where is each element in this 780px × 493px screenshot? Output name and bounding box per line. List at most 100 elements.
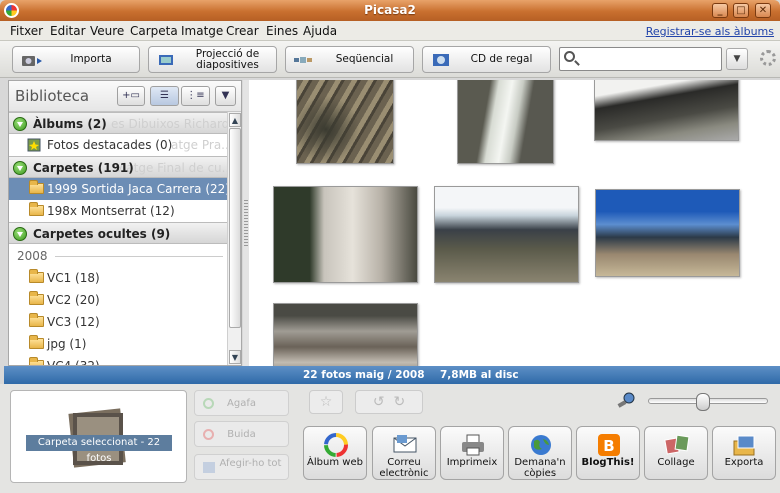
- hold-button[interactable]: Agafa: [194, 390, 289, 416]
- menu-eines[interactable]: Eines: [266, 24, 298, 38]
- menu-fitxer[interactable]: Fitxer: [10, 24, 43, 38]
- email-icon: [393, 435, 417, 453]
- blogger-icon: B: [598, 434, 620, 456]
- photo-thumbnail[interactable]: [296, 80, 394, 164]
- photo-thumbnail[interactable]: [594, 80, 739, 141]
- print-button[interactable]: Imprimeix: [440, 426, 504, 480]
- library-title: Biblioteca: [15, 87, 90, 105]
- collapse-toggle-icon[interactable]: [13, 227, 27, 241]
- gift-cd-label: CD de regal: [470, 53, 533, 65]
- photo-thumbnail[interactable]: [273, 303, 418, 366]
- search-icon: [564, 51, 575, 62]
- new-album-button[interactable]: +▭: [117, 86, 145, 106]
- folder-label: VC4 (32): [47, 355, 100, 365]
- rotate-buttons[interactable]: ↺ ↻: [355, 390, 423, 414]
- menu-ajuda[interactable]: Ajuda: [303, 24, 337, 38]
- photo-thumbnail[interactable]: [457, 80, 554, 164]
- blogthis-label: BlogThis!: [581, 457, 635, 468]
- menu-imatge[interactable]: Imatge: [181, 24, 223, 38]
- hidden-folders-header: Carpetes ocultes (9): [33, 227, 171, 241]
- photo-gallery: [249, 80, 780, 366]
- email-button[interactable]: Correu electrònic: [372, 426, 436, 480]
- register-albums-link[interactable]: Registrar-se als àlbums: [646, 25, 774, 38]
- splitter-grip-icon[interactable]: [244, 200, 248, 246]
- sidebar-item-folder[interactable]: 198x Montserrat (12): [9, 200, 227, 222]
- maximize-button[interactable]: □: [733, 3, 749, 18]
- sidebar-item-folder[interactable]: VC2 (20): [9, 289, 227, 311]
- bottom-panel: Carpeta seleccionat - 22 fotos Agafa Bui…: [0, 384, 780, 493]
- folder-icon: [29, 313, 44, 327]
- folder-date: maig / 2008: [355, 369, 425, 381]
- sidebar-item-folder[interactable]: VC3 (12): [9, 311, 227, 333]
- collapse-toggle-icon[interactable]: [13, 161, 27, 175]
- collage-icon: [664, 434, 690, 455]
- folders-section[interactable]: Viatge Final de cu... Carpetes (191): [9, 156, 227, 178]
- close-button[interactable]: ✕: [755, 3, 771, 18]
- folders-header: Carpetes (191): [33, 161, 134, 175]
- minimize-button[interactable]: _: [712, 3, 728, 18]
- timeline-button[interactable]: Seqüencial: [285, 46, 414, 73]
- folder-icon: [29, 180, 44, 194]
- collapse-toggle-icon[interactable]: [13, 117, 27, 131]
- loading-spinner-icon: [760, 50, 776, 66]
- slideshow-label: Projecció de diapositives: [195, 47, 260, 71]
- order-prints-button[interactable]: Demana'n còpies: [508, 426, 572, 480]
- add-to-button[interactable]: Afegir-ho tot: [194, 454, 289, 480]
- blogthis-button[interactable]: B BlogThis!: [576, 426, 640, 480]
- export-button[interactable]: Exporta: [712, 426, 776, 480]
- tree-view-button[interactable]: ⋮≡: [181, 86, 210, 106]
- add-to-label: Afegir-ho tot: [219, 458, 282, 469]
- library-sidebar: Biblioteca +▭ ☰ ⋮≡ ▼ es Dibuixos Richard…: [8, 80, 242, 366]
- gift-cd-icon: [433, 53, 449, 66]
- import-button[interactable]: Importa: [12, 46, 140, 73]
- albums-section[interactable]: es Dibuixos Richard (5) Àlbums (2): [9, 112, 227, 134]
- photo-thumbnail[interactable]: [434, 186, 579, 283]
- scroll-up-arrow-icon[interactable]: ▲: [229, 113, 241, 127]
- photo-thumbnail[interactable]: [273, 186, 418, 283]
- folder-icon: [29, 291, 44, 305]
- sidebar-scrollbar[interactable]: ▲ ▼: [227, 112, 241, 365]
- sidebar-item-folder[interactable]: VC4 (32): [9, 355, 227, 365]
- slideshow-icon: [159, 54, 173, 65]
- menu-crear[interactable]: Crear: [226, 24, 259, 38]
- export-label: Exporta: [724, 457, 764, 468]
- scroll-down-arrow-icon[interactable]: ▼: [229, 350, 241, 364]
- web-album-button[interactable]: Àlbum web: [303, 426, 367, 480]
- sidebar-item-folder[interactable]: jpg (1): [9, 333, 227, 355]
- gift-cd-button[interactable]: CD de regal: [422, 46, 551, 73]
- hold-label: Agafa: [227, 398, 256, 409]
- star-button[interactable]: ☆: [309, 390, 343, 414]
- photo-tray[interactable]: Carpeta seleccionat - 22 fotos: [10, 390, 187, 483]
- zoom-slider-knob[interactable]: [696, 393, 710, 411]
- globe-icon: [531, 435, 551, 455]
- year-header: 2008: [9, 245, 227, 267]
- timeline-label: Seqüencial: [335, 53, 394, 65]
- menu-editar[interactable]: Editar: [50, 24, 86, 38]
- print-label: Imprimeix: [446, 457, 498, 468]
- sidebar-item-folder[interactable]: VC1 (18): [9, 267, 227, 289]
- search-options-dropdown[interactable]: ▼: [726, 48, 748, 70]
- timeline-icon: [294, 56, 312, 63]
- menu-carpeta[interactable]: Carpeta: [130, 24, 178, 38]
- starred-album-icon: [27, 138, 41, 152]
- folder-label: 1999 Sortida Jaca Carrera (22): [47, 182, 227, 196]
- hidden-folders-section[interactable]: Carpetes ocultes (9): [9, 222, 227, 244]
- tray-label: Carpeta seleccionat - 22 fotos: [26, 435, 172, 464]
- folder-label: VC3 (12): [47, 315, 100, 329]
- clear-button[interactable]: Buida: [194, 421, 289, 447]
- search-input[interactable]: [559, 47, 722, 71]
- camera-icon: [22, 55, 42, 66]
- window-title: Picasa2: [364, 3, 416, 17]
- photo-thumbnail[interactable]: [595, 189, 740, 277]
- sidebar-menu-button[interactable]: ▼: [215, 86, 236, 106]
- sidebar-item-folder-selected[interactable]: 1999 Sortida Jaca Carrera (22): [9, 178, 227, 200]
- zoom-slider[interactable]: [648, 393, 768, 411]
- sidebar-item-fotos-destacades[interactable]: atge Pra... Fotos destacades (0): [9, 134, 227, 156]
- library-header: Biblioteca +▭ ☰ ⋮≡ ▼: [9, 81, 241, 112]
- slideshow-button[interactable]: Projecció de diapositives: [148, 46, 277, 73]
- year-divider: [55, 256, 223, 257]
- collage-button[interactable]: Collage: [644, 426, 708, 480]
- menu-veure[interactable]: Veure: [90, 24, 124, 38]
- list-view-button[interactable]: ☰: [150, 86, 179, 106]
- scroll-thumb[interactable]: [229, 128, 241, 328]
